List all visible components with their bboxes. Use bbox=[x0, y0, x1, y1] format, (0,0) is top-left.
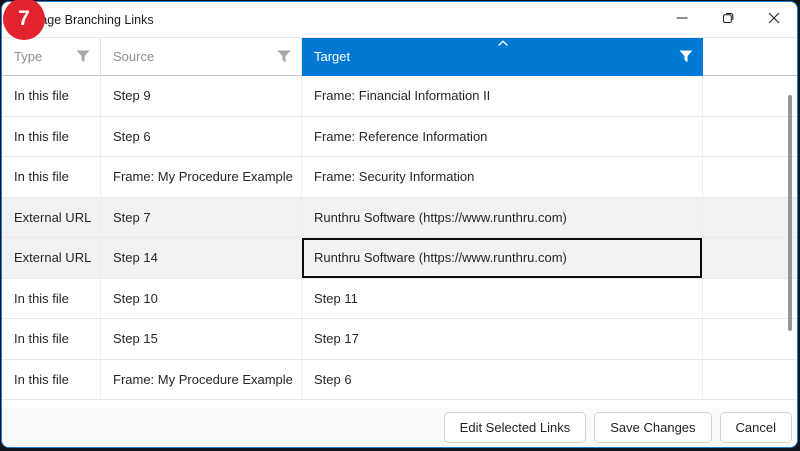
column-header-filler bbox=[703, 38, 797, 76]
cell-filler bbox=[703, 279, 797, 320]
cell-target[interactable]: Frame: Reference Information bbox=[302, 117, 703, 158]
cell-type[interactable]: External URL bbox=[2, 238, 101, 279]
save-changes-button[interactable]: Save Changes bbox=[594, 412, 711, 443]
table-row-selected[interactable]: External URL Step 14 Runthru Software (h… bbox=[2, 238, 797, 279]
cell-type[interactable]: In this file bbox=[2, 279, 101, 320]
cell-filler bbox=[703, 238, 797, 279]
maximize-button[interactable] bbox=[705, 2, 751, 37]
cell-source[interactable]: Frame: My Procedure Example bbox=[101, 157, 302, 198]
cell-filler bbox=[703, 117, 797, 158]
table-row[interactable]: In this file Step 10 Step 11 bbox=[2, 279, 797, 320]
column-label: Type bbox=[14, 49, 42, 64]
cell-filler bbox=[703, 157, 797, 198]
cell-source[interactable]: Step 9 bbox=[101, 76, 302, 117]
cell-source[interactable]: Step 10 bbox=[101, 279, 302, 320]
sort-ascending-icon bbox=[497, 40, 509, 47]
vertical-scrollbar[interactable] bbox=[788, 95, 792, 331]
cell-type[interactable]: External URL bbox=[2, 198, 101, 239]
column-header-source[interactable]: Source bbox=[101, 38, 302, 76]
table-row[interactable]: In this file Step 6 Frame: Reference Inf… bbox=[2, 117, 797, 158]
cell-target[interactable]: Frame: Security Information bbox=[302, 157, 703, 198]
cell-target[interactable]: Step 11 bbox=[302, 279, 703, 320]
cell-type[interactable]: In this file bbox=[2, 157, 101, 198]
table-row[interactable]: In this file Frame: My Procedure Example… bbox=[2, 157, 797, 198]
close-icon bbox=[768, 11, 780, 29]
cell-source[interactable]: Frame: My Procedure Example bbox=[101, 360, 302, 401]
column-header-target[interactable]: Target bbox=[302, 38, 703, 76]
cell-type[interactable]: In this file bbox=[2, 319, 101, 360]
cell-filler bbox=[703, 76, 797, 117]
restore-icon bbox=[722, 11, 735, 29]
cell-source[interactable]: Step 15 bbox=[101, 319, 302, 360]
cell-target[interactable]: Step 17 bbox=[302, 319, 703, 360]
close-button[interactable] bbox=[751, 2, 797, 37]
minimize-button[interactable] bbox=[659, 2, 705, 37]
cell-target-focused[interactable]: Runthru Software (https://www.runthru.co… bbox=[302, 238, 703, 279]
filter-icon[interactable] bbox=[277, 50, 291, 63]
step-badge-number: 7 bbox=[18, 7, 30, 31]
column-label: Source bbox=[113, 49, 154, 64]
cell-type[interactable]: In this file bbox=[2, 76, 101, 117]
cell-filler bbox=[703, 198, 797, 239]
column-header-type[interactable]: Type bbox=[2, 38, 101, 76]
table-row[interactable]: In this file Step 9 Frame: Financial Inf… bbox=[2, 76, 797, 117]
cell-target[interactable]: Runthru Software (https://www.runthru.co… bbox=[302, 198, 703, 239]
dialog-window: Manage Branching Links bbox=[1, 1, 798, 448]
dialog-footer: Edit Selected Links Save Changes Cancel bbox=[2, 408, 797, 447]
cell-type[interactable]: In this file bbox=[2, 117, 101, 158]
cell-filler bbox=[703, 360, 797, 401]
step-badge: 7 bbox=[3, 0, 45, 40]
grid-body: In this file Step 9 Frame: Financial Inf… bbox=[2, 76, 797, 408]
table-row[interactable]: In this file Step 15 Step 17 bbox=[2, 319, 797, 360]
table-row-selected[interactable]: External URL Step 7 Runthru Software (ht… bbox=[2, 198, 797, 239]
cell-source[interactable]: Step 7 bbox=[101, 198, 302, 239]
minimize-icon bbox=[676, 11, 688, 29]
filter-icon[interactable] bbox=[76, 50, 90, 63]
column-label: Target bbox=[314, 49, 350, 64]
cell-target[interactable]: Step 6 bbox=[302, 360, 703, 401]
filter-icon-active[interactable] bbox=[679, 50, 693, 63]
cell-filler bbox=[703, 319, 797, 360]
grid-header: Type Source Target bbox=[2, 38, 797, 76]
cell-target[interactable]: Frame: Financial Information II bbox=[302, 76, 703, 117]
cell-source[interactable]: Step 14 bbox=[101, 238, 302, 279]
edit-selected-links-button[interactable]: Edit Selected Links bbox=[444, 412, 587, 443]
cancel-button[interactable]: Cancel bbox=[720, 412, 792, 443]
window-controls bbox=[659, 2, 797, 37]
cell-source[interactable]: Step 6 bbox=[101, 117, 302, 158]
title-bar: Manage Branching Links bbox=[2, 2, 797, 38]
cell-type[interactable]: In this file bbox=[2, 360, 101, 401]
table-row[interactable]: In this file Frame: My Procedure Example… bbox=[2, 360, 797, 401]
